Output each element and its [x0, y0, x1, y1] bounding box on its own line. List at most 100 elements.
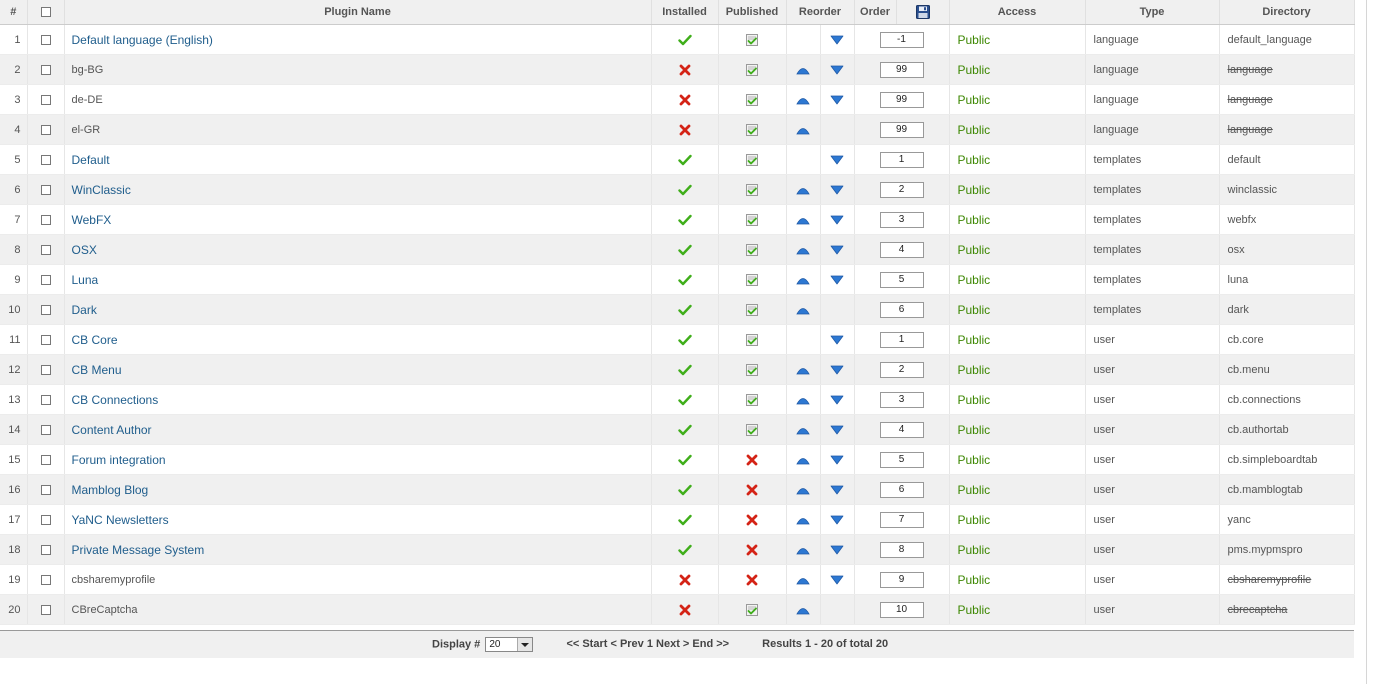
move-up-arrow-icon[interactable] — [796, 454, 810, 466]
plugin-name-link[interactable]: Content Author — [72, 423, 152, 437]
published-tick-icon[interactable] — [745, 33, 759, 46]
move-up-arrow-icon[interactable] — [796, 244, 810, 256]
move-down-arrow-icon[interactable] — [830, 154, 844, 166]
order-input[interactable] — [879, 151, 924, 168]
plugin-name-link[interactable]: WinClassic — [72, 183, 131, 197]
select-all-checkbox[interactable] — [40, 7, 51, 18]
move-up-arrow-icon[interactable] — [796, 424, 810, 436]
access-level[interactable]: Public — [949, 24, 1086, 55]
row-checkbox[interactable] — [40, 124, 51, 135]
save-order-disk-icon[interactable] — [915, 5, 930, 19]
plugin-name-link[interactable]: Default — [72, 153, 110, 167]
order-input[interactable] — [879, 91, 924, 108]
access-level[interactable]: Public — [949, 144, 1086, 175]
order-input[interactable] — [879, 61, 924, 78]
move-up-arrow-icon[interactable] — [796, 604, 810, 616]
access-level[interactable]: Public — [949, 414, 1086, 445]
unpublished-cross-icon[interactable] — [746, 483, 758, 495]
move-up-arrow-icon[interactable] — [796, 274, 810, 286]
move-up-arrow-icon[interactable] — [796, 364, 810, 376]
move-up-arrow-icon[interactable] — [796, 214, 810, 226]
move-up-arrow-icon[interactable] — [796, 94, 810, 106]
move-down-arrow-icon[interactable] — [830, 364, 844, 376]
access-level[interactable]: Public — [949, 174, 1086, 205]
published-tick-icon[interactable] — [745, 123, 759, 136]
row-checkbox[interactable] — [40, 184, 51, 195]
move-down-arrow-icon[interactable] — [830, 514, 844, 526]
order-input[interactable] — [879, 571, 924, 588]
move-up-arrow-icon[interactable] — [796, 184, 810, 196]
access-level[interactable]: Public — [949, 54, 1086, 85]
order-input[interactable] — [879, 271, 924, 288]
move-up-arrow-icon[interactable] — [796, 124, 810, 136]
plugin-name-link[interactable]: Luna — [72, 273, 99, 287]
plugin-name-link[interactable]: WebFX — [72, 213, 112, 227]
move-up-arrow-icon[interactable] — [796, 484, 810, 496]
row-checkbox[interactable] — [40, 244, 51, 255]
access-level[interactable]: Public — [949, 384, 1086, 415]
move-up-arrow-icon[interactable] — [796, 304, 810, 316]
row-checkbox[interactable] — [40, 574, 51, 585]
order-input[interactable] — [879, 451, 924, 468]
header-plugin-name[interactable]: Plugin Name — [64, 0, 652, 25]
move-up-arrow-icon[interactable] — [796, 544, 810, 556]
access-level[interactable]: Public — [949, 264, 1086, 295]
plugin-name-link[interactable]: CB Core — [72, 333, 118, 347]
published-tick-icon[interactable] — [745, 183, 759, 196]
move-down-arrow-icon[interactable] — [830, 574, 844, 586]
order-input[interactable] — [879, 121, 924, 138]
order-input[interactable] — [879, 601, 924, 618]
access-level[interactable]: Public — [949, 234, 1086, 265]
order-input[interactable] — [879, 511, 924, 528]
published-tick-icon[interactable] — [745, 213, 759, 226]
row-checkbox[interactable] — [40, 64, 51, 75]
move-down-arrow-icon[interactable] — [830, 34, 844, 46]
plugin-name-link[interactable]: CB Menu — [72, 363, 122, 377]
access-level[interactable]: Public — [949, 504, 1086, 535]
chevron-down-icon[interactable] — [517, 638, 533, 651]
row-checkbox[interactable] — [40, 604, 51, 615]
order-input[interactable] — [879, 181, 924, 198]
move-down-arrow-icon[interactable] — [830, 64, 844, 76]
order-input[interactable] — [879, 331, 924, 348]
plugin-name-link[interactable]: OSX — [72, 243, 97, 257]
plugin-name-link[interactable]: Forum integration — [72, 453, 166, 467]
published-tick-icon[interactable] — [745, 273, 759, 286]
access-level[interactable]: Public — [949, 534, 1086, 565]
row-checkbox[interactable] — [40, 424, 51, 435]
order-input[interactable] — [879, 361, 924, 378]
published-tick-icon[interactable] — [745, 63, 759, 76]
row-checkbox[interactable] — [40, 334, 51, 345]
published-tick-icon[interactable] — [745, 603, 759, 616]
plugin-name-link[interactable]: CB Connections — [72, 393, 159, 407]
published-tick-icon[interactable] — [745, 153, 759, 166]
unpublished-cross-icon[interactable] — [746, 573, 758, 585]
row-checkbox[interactable] — [40, 454, 51, 465]
plugin-name-link[interactable]: Default language (English) — [72, 33, 213, 47]
move-up-arrow-icon[interactable] — [796, 394, 810, 406]
order-input[interactable] — [879, 391, 924, 408]
order-input[interactable] — [879, 541, 924, 558]
row-checkbox[interactable] — [40, 274, 51, 285]
move-down-arrow-icon[interactable] — [830, 274, 844, 286]
order-input[interactable] — [879, 241, 924, 258]
move-down-arrow-icon[interactable] — [830, 484, 844, 496]
order-input[interactable] — [879, 481, 924, 498]
order-input[interactable] — [879, 421, 924, 438]
move-down-arrow-icon[interactable] — [830, 244, 844, 256]
row-checkbox[interactable] — [40, 214, 51, 225]
pagination-nav[interactable]: << Start < Prev 1 Next > End >> — [566, 638, 729, 650]
published-tick-icon[interactable] — [745, 93, 759, 106]
row-checkbox[interactable] — [40, 394, 51, 405]
access-level[interactable]: Public — [949, 474, 1086, 505]
move-down-arrow-icon[interactable] — [830, 184, 844, 196]
row-checkbox[interactable] — [40, 94, 51, 105]
plugin-name-link[interactable]: Dark — [72, 303, 97, 317]
order-input[interactable] — [879, 211, 924, 228]
published-tick-icon[interactable] — [745, 243, 759, 256]
row-checkbox[interactable] — [40, 34, 51, 45]
display-count-select[interactable]: 20 — [485, 637, 534, 652]
unpublished-cross-icon[interactable] — [746, 543, 758, 555]
unpublished-cross-icon[interactable] — [746, 453, 758, 465]
save-order-button[interactable] — [896, 0, 950, 25]
